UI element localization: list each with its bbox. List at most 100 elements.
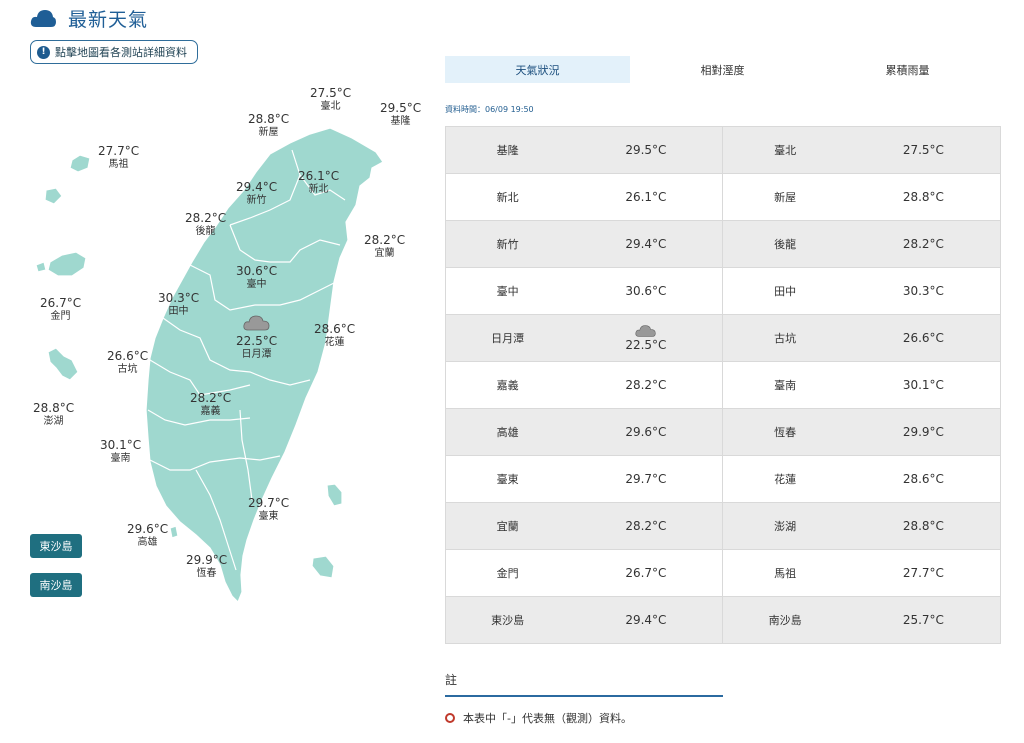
temperature-cell: 29.4°C (569, 596, 724, 644)
station-hengchun[interactable]: 29.9°C 恆春 (186, 553, 227, 581)
note-divider (445, 695, 723, 697)
station-name-cell: 金門 (445, 549, 570, 597)
station-name-cell: 嘉義 (445, 361, 570, 409)
temperature-cell: 28.2°C (846, 220, 1001, 268)
temperature-value: 22.5°C (625, 338, 667, 352)
table-row: 臺東 29.7°C 花蓮 28.6°C (445, 455, 1001, 503)
temperature-cell: 27.7°C (846, 549, 1001, 597)
station-name-cell: 田中 (722, 267, 847, 315)
station-name-cell: 澎湖 (722, 502, 847, 550)
station-gukeng[interactable]: 26.6°C 古坑 (107, 349, 148, 377)
station-temp: 26.7°C (40, 296, 82, 310)
station-name-cell: 後龍 (722, 220, 847, 268)
station-temp: 27.5°C (310, 86, 352, 100)
station-name: 臺中 (246, 279, 267, 290)
station-temp: 28.8°C (248, 112, 290, 126)
station-temp: 29.9°C (186, 553, 228, 567)
station-name: 宜蘭 (374, 248, 395, 259)
station-name-cell: 恆春 (722, 408, 847, 456)
kinmen-island[interactable] (47, 251, 87, 277)
station-sunmoonlake[interactable]: 22.5°C 日月潭 (236, 314, 277, 362)
cloud-icon (635, 325, 656, 337)
table-row: 新竹 29.4°C 後龍 28.2°C (445, 220, 1001, 268)
temperature-cell: 29.4°C (569, 220, 724, 268)
station-name-cell: 新北 (445, 173, 570, 221)
kinmen-small-island[interactable] (35, 261, 47, 273)
table-row: 基隆 29.5°C 臺北 27.5°C (445, 126, 1001, 174)
xiaoliuqiu-island[interactable] (169, 525, 179, 539)
table-row: 新北 26.1°C 新屋 28.8°C (445, 173, 1001, 221)
station-kaohsiung[interactable]: 29.6°C 高雄 (127, 522, 168, 550)
taiwan-map[interactable] (0, 0, 440, 743)
station-name-cell: 臺中 (445, 267, 570, 315)
station-name-cell: 東沙島 (445, 596, 570, 644)
data-timestamp: 資料時間：06/09 19:50 (445, 105, 534, 114)
mazu-small-island[interactable] (44, 187, 63, 205)
temperature-cell: 29.6°C (569, 408, 724, 456)
station-taichung[interactable]: 30.6°C 臺中 (236, 264, 277, 292)
station-xinwu[interactable]: 28.8°C 新屋 (248, 112, 289, 140)
station-hualien[interactable]: 28.6°C 花蓮 (314, 322, 355, 350)
station-houlong[interactable]: 28.2°C 後龍 (185, 211, 226, 239)
temperature-cell: 29.5°C (569, 126, 724, 174)
station-taitung[interactable]: 29.7°C 臺東 (248, 496, 289, 524)
nansha-island-button[interactable]: 南沙島 (30, 573, 82, 597)
station-yilan[interactable]: 28.2°C 宜蘭 (364, 233, 405, 261)
penghu-islands[interactable] (47, 347, 79, 381)
station-temp: 28.2°C (364, 233, 406, 247)
tab-accumulated-rainfall[interactable]: 累積雨量 (815, 56, 1000, 83)
station-name: 基隆 (390, 116, 411, 127)
station-name-cell: 臺東 (445, 455, 570, 503)
station-temp: 26.6°C (107, 349, 149, 363)
station-chiayi[interactable]: 28.2°C 嘉義 (190, 391, 231, 419)
station-name: 恆春 (196, 568, 217, 579)
temperature-cell: 28.8°C (846, 502, 1001, 550)
station-xinbei[interactable]: 26.1°C 新北 (298, 169, 339, 197)
temperature-cell: 26.6°C (846, 314, 1001, 362)
station-temp: 29.7°C (248, 496, 290, 510)
station-temp: 28.6°C (314, 322, 356, 336)
temperature-cell: 30.3°C (846, 267, 1001, 315)
dongsha-island-button[interactable]: 東沙島 (30, 534, 82, 558)
station-name: 日月潭 (241, 349, 272, 360)
lanyu-island[interactable] (311, 555, 335, 579)
station-taipei[interactable]: 27.5°C 臺北 (310, 86, 351, 114)
station-mazu[interactable]: 27.7°C 馬祖 (98, 144, 139, 172)
table-row: 嘉義 28.2°C 臺南 30.1°C (445, 361, 1001, 409)
station-name: 新北 (308, 184, 329, 195)
tab-relative-humidity[interactable]: 相對溼度 (630, 56, 815, 83)
station-name: 臺南 (110, 453, 131, 464)
temperature-cell: 25.7°C (846, 596, 1001, 644)
station-name: 新屋 (258, 127, 279, 138)
table-row: 高雄 29.6°C 恆春 29.9°C (445, 408, 1001, 456)
station-temp: 29.6°C (127, 522, 169, 536)
station-name: 澎湖 (43, 416, 64, 427)
table-row: 東沙島 29.4°C 南沙島 25.7°C (445, 596, 1001, 644)
station-kinmen[interactable]: 26.7°C 金門 (40, 296, 81, 324)
station-temp: 30.1°C (100, 438, 142, 452)
mazu-island[interactable] (69, 154, 91, 173)
station-name-cell: 臺北 (722, 126, 847, 174)
station-name: 後龍 (195, 226, 216, 237)
station-name-cell: 高雄 (445, 408, 570, 456)
station-keelung[interactable]: 29.5°C 基隆 (380, 101, 421, 129)
station-name: 田中 (168, 306, 189, 317)
station-name: 花蓮 (324, 337, 345, 348)
temperature-cell: 28.8°C (846, 173, 1001, 221)
station-tainan[interactable]: 30.1°C 臺南 (100, 438, 141, 466)
station-name: 馬祖 (108, 159, 129, 170)
lyudao-island[interactable] (326, 483, 343, 507)
station-tianzhong[interactable]: 30.3°C 田中 (158, 291, 199, 319)
table-row: 臺中 30.6°C 田中 30.3°C (445, 267, 1001, 315)
note-title: 註 (445, 673, 458, 687)
station-name: 臺東 (258, 511, 279, 522)
station-hsinchu[interactable]: 29.4°C 新竹 (236, 180, 277, 208)
station-name-cell: 基隆 (445, 126, 570, 174)
station-name: 臺北 (320, 101, 341, 112)
temperature-cell: 26.1°C (569, 173, 724, 221)
station-name-cell: 宜蘭 (445, 502, 570, 550)
station-penghu[interactable]: 28.8°C 澎湖 (33, 401, 74, 429)
temperature-cell: 22.5°C (569, 314, 724, 362)
tab-weather-condition[interactable]: 天氣狀況 (445, 56, 630, 83)
note-text: 本表中「-」代表無（觀測）資料。 (463, 712, 632, 725)
